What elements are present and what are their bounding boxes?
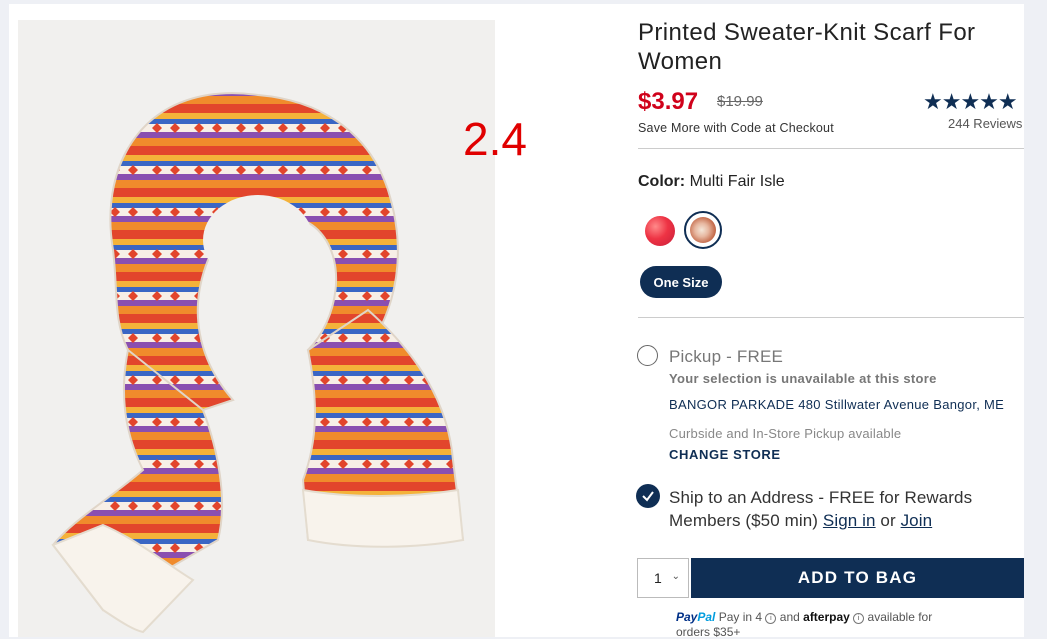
quantity-select[interactable]: 1 ⌄	[637, 558, 689, 598]
or-text: or	[880, 511, 896, 530]
color-label: Color: Multi Fair Isle	[638, 173, 785, 191]
chevron-down-icon: ⌄	[671, 571, 680, 582]
divider	[638, 317, 1024, 318]
info-icon[interactable]: i	[853, 613, 865, 624]
product-title: Printed Sweater-Knit Scarf For Women	[638, 19, 976, 75]
product-image[interactable]	[18, 20, 495, 637]
swatch-image	[690, 217, 716, 243]
available-text: available for	[867, 610, 933, 624]
original-price: $19.99	[717, 93, 763, 110]
divider	[638, 148, 1024, 149]
unavailable-text: Your selection is unavailable at this st…	[669, 371, 937, 386]
change-store-link[interactable]: CHANGE STORE	[669, 447, 781, 462]
pickup-label: Pickup - FREE	[669, 347, 784, 366]
paypal-text: Pay in 4	[718, 610, 763, 624]
afterpay-logo-icon: afterpay	[803, 610, 850, 624]
ship-option: Ship to an Address - FREE for Rewards Me…	[669, 486, 1019, 532]
pickup-radio[interactable]	[637, 345, 658, 366]
red-swatch[interactable]	[645, 216, 675, 246]
color-value: Multi Fair Isle	[689, 173, 785, 190]
payment-options: PayPal Pay in 4 i and afterpay i availab…	[676, 610, 932, 625]
scarf-illustration	[51, 92, 465, 634]
quantity-value: 1	[654, 570, 662, 586]
join-link[interactable]: Join	[901, 511, 933, 530]
sign-in-link[interactable]: Sign in	[823, 511, 876, 530]
info-icon[interactable]: i	[765, 613, 777, 624]
curbside-text: Curbside and In-Store Pickup available	[669, 426, 902, 441]
scrollbar[interactable]	[1024, 0, 1047, 637]
annotation-label: 2.4	[463, 113, 527, 165]
checkmark-icon	[642, 491, 654, 502]
add-to-bag-button[interactable]: ADD TO BAG	[691, 558, 1024, 598]
promo-text: Save More with Code at Checkout	[638, 121, 834, 135]
store-address: BANGOR PARKADE 480 Stillwater Avenue Ban…	[669, 397, 1005, 412]
reviews-link[interactable]: 244 Reviews	[948, 116, 1022, 131]
rating-stars-icon[interactable]: ★★★★★	[923, 89, 1018, 115]
size-one-size-button[interactable]: One Size	[640, 266, 722, 298]
product-details: Printed Sweater-Knit Scarf For Women $3.…	[629, 0, 1024, 639]
sale-price: $3.97	[638, 88, 699, 115]
color-label-key: Color:	[638, 173, 686, 190]
multi-fair-isle-swatch[interactable]	[684, 211, 722, 249]
ship-radio-checked[interactable]	[636, 484, 660, 508]
paypal-logo-icon: PayPal	[676, 610, 716, 624]
and-text: and	[779, 610, 800, 624]
